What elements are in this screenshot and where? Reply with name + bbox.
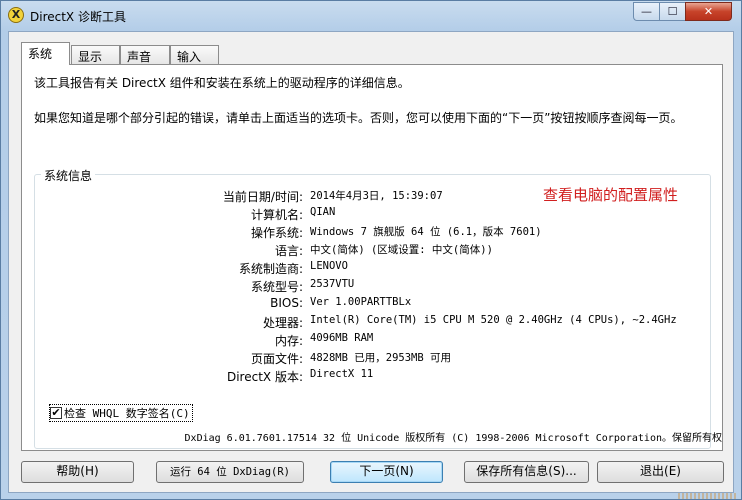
info-value: 2014年4月3日, 15:39:07: [310, 190, 443, 202]
close-icon[interactable]: ✕: [685, 2, 732, 21]
exit-button[interactable]: 退出(E): [597, 461, 724, 483]
help-button[interactable]: 帮助(H): [21, 461, 134, 483]
info-value: 2537VTU: [310, 278, 355, 290]
info-row-datetime: 当前日期/时间: 2014年4月3日, 15:39:07: [35, 188, 695, 206]
info-row-manufacturer: 系统制造商: LENOVO: [35, 260, 695, 278]
info-label: BIOS:: [270, 296, 303, 310]
system-info-group: 系统信息 查看电脑的配置属性 当前日期/时间: 2014年4月3日, 15:39…: [34, 167, 711, 449]
run-64bit-dxdiag-button[interactable]: 运行 64 位 DxDiag(R): [156, 461, 304, 483]
info-row-memory: 内存: 4096MB RAM: [35, 332, 695, 350]
info-value: Ver 1.00PARTTBLx: [310, 296, 412, 308]
info-label: 语言:: [274, 244, 303, 258]
info-value: Windows 7 旗舰版 64 位 (6.1，版本 7601): [310, 226, 542, 238]
info-row-language: 语言: 中文(简体) (区域设置: 中文(简体)): [35, 242, 695, 260]
decorative-dots: [678, 493, 738, 499]
dxdiag-window: X DirectX 诊断工具 — ☐ ✕ 系统 显示 声音 输入 该工具报告有关…: [0, 0, 742, 500]
info-label: 操作系统:: [250, 226, 303, 240]
info-value: QIAN: [310, 206, 336, 218]
next-page-button[interactable]: 下一页(N): [330, 461, 443, 483]
info-label: 计算机名:: [250, 208, 303, 222]
info-label: 系统型号:: [250, 280, 303, 294]
title-bar[interactable]: X DirectX 诊断工具 — ☐ ✕: [1, 1, 741, 31]
info-value: DirectX 11: [310, 368, 374, 380]
info-value: LENOVO: [310, 260, 348, 272]
window-title: DirectX 诊断工具: [30, 10, 126, 24]
info-label: 内存:: [274, 334, 303, 348]
checkmark-icon[interactable]: ✔: [50, 407, 62, 419]
info-label: 页面文件:: [250, 352, 303, 366]
group-title: 系统信息: [41, 167, 96, 184]
tab-system[interactable]: 系统: [21, 42, 70, 65]
info-value: Intel(R) Core(TM) i5 CPU M 520 @ 2.40GHz…: [310, 314, 677, 326]
run-64bit-dxdiag-label: 运行 64 位 DxDiag(R): [169, 466, 290, 478]
info-value: 4096MB RAM: [310, 332, 374, 344]
info-row-page-file: 页面文件: 4828MB 已用，2953MB 可用: [35, 350, 695, 368]
tab-input[interactable]: 输入: [170, 45, 219, 64]
info-row-os: 操作系统: Windows 7 旗舰版 64 位 (6.1，版本 7601): [35, 224, 695, 242]
intro-line-2: 如果您知道是哪个部分引起的错误，请单击上面适当的选项卡。否则，您可以使用下面的“…: [34, 111, 683, 125]
info-row-computer-name: 计算机名: QIAN: [35, 206, 695, 224]
whql-checkbox[interactable]: ✔ 检查 WHQL 数字签名(C): [49, 404, 193, 422]
minimize-icon[interactable]: —: [633, 2, 660, 21]
whql-checkbox-label[interactable]: 检查 WHQL 数字签名(C): [64, 407, 190, 420]
tab-display[interactable]: 显示: [71, 45, 120, 64]
info-value: 4828MB 已用，2953MB 可用: [310, 352, 452, 364]
info-row-bios: BIOS: Ver 1.00PARTTBLx: [35, 296, 695, 314]
maximize-icon[interactable]: ☐: [659, 2, 686, 21]
info-label: 当前日期/时间:: [222, 190, 303, 204]
info-label: 处理器:: [262, 316, 303, 330]
system-tab-panel: 该工具报告有关 DirectX 组件和安装在系统上的驱动程序的详细信息。 如果您…: [21, 64, 723, 451]
info-row-directx-version: DirectX 版本: DirectX 11: [35, 368, 695, 386]
directx-icon: X: [8, 7, 24, 23]
info-row-model: 系统型号: 2537VTU: [35, 278, 695, 296]
intro-line-1: 该工具报告有关 DirectX 组件和安装在系统上的驱动程序的详细信息。: [34, 76, 410, 90]
save-all-info-button[interactable]: 保存所有信息(S)...: [464, 461, 589, 483]
copyright-footer: DxDiag 6.01.7601.17514 32 位 Unicode 版权所有…: [184, 433, 722, 444]
info-label: 系统制造商:: [238, 262, 303, 276]
client-area: 系统 显示 声音 输入 该工具报告有关 DirectX 组件和安装在系统上的驱动…: [8, 31, 734, 493]
info-value: 中文(简体) (区域设置: 中文(简体)): [310, 244, 493, 256]
tab-sound[interactable]: 声音: [120, 45, 170, 64]
info-row-processor: 处理器: Intel(R) Core(TM) i5 CPU M 520 @ 2.…: [35, 314, 695, 332]
info-label: DirectX 版本:: [226, 370, 303, 384]
